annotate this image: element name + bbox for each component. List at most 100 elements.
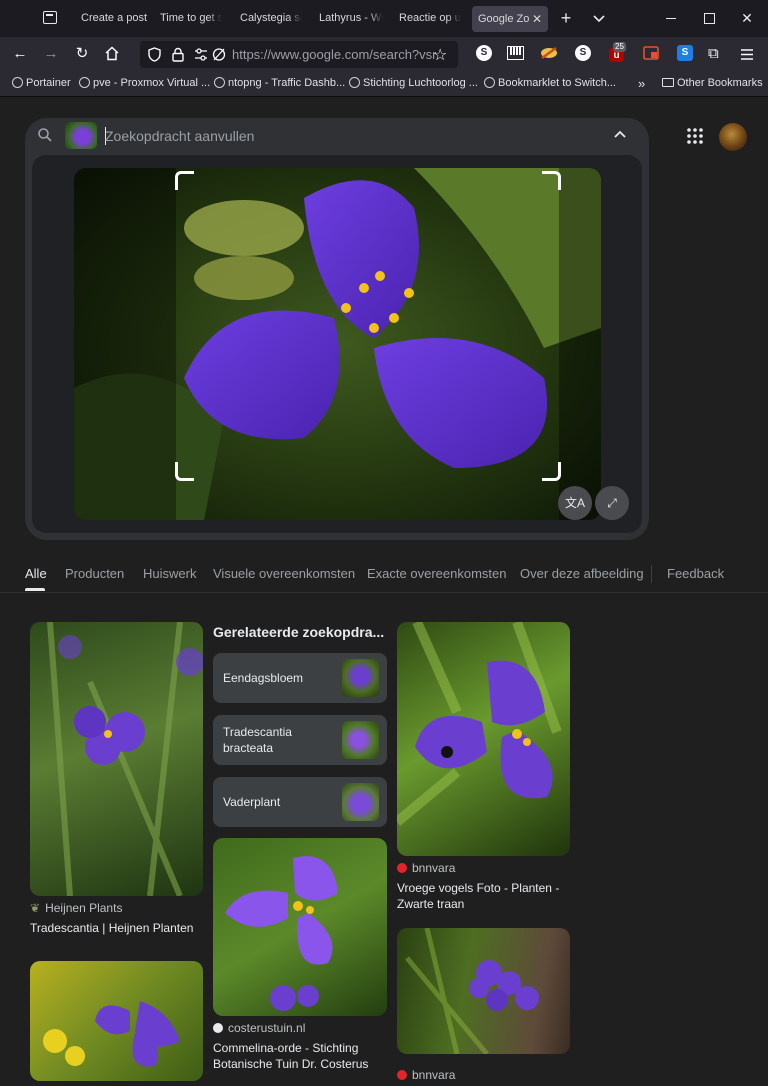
tab-time-to-get[interactable]: Time to get st (160, 0, 222, 37)
related-thumbnail (342, 659, 379, 697)
back-icon[interactable]: ← (10, 44, 30, 64)
tab-reactie[interactable]: Reactie op uw (399, 0, 461, 37)
chevron-up-icon[interactable] (614, 125, 626, 141)
result-image-bnnvara-1[interactable] (397, 622, 570, 856)
result-image-bnnvara-2[interactable] (397, 928, 570, 1054)
close-tab-icon[interactable]: ✕ (532, 6, 542, 32)
extensions-puzzle-icon[interactable]: ⧉ (708, 45, 719, 62)
related-search-chip[interactable]: Vaderplant (213, 777, 387, 827)
result-title[interactable]: Commelina-orde - Stichting Botanische Tu… (213, 1040, 383, 1072)
leaf-icon: ❦ (30, 901, 41, 915)
bookmarks-overflow-icon[interactable]: » (638, 71, 645, 96)
bookmark-label: pve - Proxmox Virtual ... (93, 77, 211, 89)
bookmark-ntopng[interactable]: ntopng - Traffic Dashb... (214, 71, 345, 96)
s-extension-icon[interactable]: S (575, 45, 591, 61)
related-search-chip[interactable]: Eendagsbloem (213, 653, 387, 703)
bookmark-label: Bookmarklet to Switch... (498, 77, 616, 89)
source-label: bnnvara (412, 1068, 456, 1082)
crop-handle-top-left[interactable] (175, 171, 194, 190)
bookmark-portainer[interactable]: Portainer (12, 71, 71, 96)
bnnvara-favicon (397, 1070, 407, 1080)
search-icon[interactable] (37, 127, 53, 143)
home-icon[interactable] (104, 46, 120, 66)
related-label: Eendagsbloem (223, 671, 304, 685)
bookmark-label: Other Bookmarks (677, 77, 763, 89)
globe-icon (214, 77, 225, 88)
hamburger-menu-icon[interactable] (741, 47, 753, 65)
bookmark-label: Stichting Luchtoorlog ... (363, 77, 478, 89)
result-source: costerustuin.nl (213, 1021, 305, 1035)
related-label: Tradescantia bracteata (223, 725, 292, 755)
maximize-icon[interactable] (690, 0, 728, 37)
query-image-thumbnail[interactable] (65, 122, 97, 149)
reload-icon[interactable]: ↻ (72, 44, 92, 64)
address-bar[interactable]: https://www.google.com/search?vsrid (140, 41, 458, 68)
tab-calystegia[interactable]: Calystegia sep (240, 0, 302, 37)
piano-extension-icon[interactable] (507, 46, 524, 65)
divider (0, 592, 768, 593)
avatar[interactable] (719, 123, 747, 151)
bookmark-label: ntopng - Traffic Dashb... (228, 77, 346, 89)
result-image-yellow[interactable] (30, 961, 203, 1081)
bookmark-pve[interactable]: pve - Proxmox Virtual ... (79, 71, 210, 96)
related-searches-heading: Gerelateerde zoekopdra... (213, 624, 385, 640)
lock-icon[interactable] (172, 47, 184, 67)
eye-extension-icon[interactable] (540, 46, 558, 65)
related-thumbnail (342, 721, 379, 759)
result-image-heijnen[interactable] (30, 622, 203, 896)
close-window-icon[interactable]: ✕ (728, 0, 766, 37)
chevron-down-icon[interactable] (580, 0, 618, 37)
feedback-link[interactable]: Feedback (667, 566, 724, 581)
tab-alle[interactable]: Alle (25, 566, 47, 581)
globe-icon (484, 77, 495, 88)
tab-producten[interactable]: Producten (65, 566, 124, 581)
tab-over-deze-afbeelding[interactable]: Over deze afbeelding (520, 566, 644, 581)
tab-visuele-overeenkomsten[interactable]: Visuele overeenkomsten (213, 566, 355, 581)
tab-create-post[interactable]: Create a post (81, 0, 148, 37)
crop-handle-bottom-right[interactable] (542, 462, 561, 481)
window-extension-icon[interactable] (643, 46, 659, 65)
tab-label: Google Zo (478, 13, 530, 25)
related-search-chip[interactable]: Tradescantia bracteata (213, 715, 387, 765)
tab-list-icon[interactable] (43, 11, 57, 24)
minimize-icon[interactable] (652, 0, 690, 37)
forward-icon[interactable]: → (41, 44, 61, 64)
source-label: bnnvara (412, 861, 456, 875)
expand-icon[interactable]: ⤢ (595, 486, 629, 520)
folder-icon (662, 78, 674, 87)
result-title[interactable]: Vroege vogels Foto - Planten - Zwarte tr… (397, 880, 567, 912)
bookmark-bookmarklet[interactable]: Bookmarklet to Switch... (484, 71, 616, 96)
divider (651, 565, 652, 583)
globe-icon (12, 77, 23, 88)
globe-icon (349, 77, 360, 88)
result-image-costerus[interactable] (213, 838, 387, 1016)
tab-strip: Create a post Time to get st Calystegia … (0, 0, 768, 37)
bnnvara-favicon (397, 863, 407, 873)
result-title[interactable]: Tradescantia | Heijnen Planten (30, 920, 205, 936)
tab-google-lens[interactable]: Google Zo ✕ (472, 6, 548, 32)
search-input[interactable]: Zoekopdracht aanvullen (105, 128, 254, 144)
url-text[interactable]: https://www.google.com/search?vsrid (232, 41, 436, 68)
tracking-protection-icon[interactable] (212, 47, 226, 67)
other-bookmarks[interactable]: Other Bookmarks (662, 71, 763, 96)
extension-badge: 25 (613, 42, 626, 52)
crop-handle-top-right[interactable] (542, 171, 561, 190)
result-source: bnnvara (397, 1068, 455, 1082)
apps-grid-icon[interactable] (686, 127, 704, 150)
tab-lathyrus[interactable]: Lathyrus - Wik (319, 0, 383, 37)
related-thumbnail (342, 783, 379, 821)
result-source: bnnvara (397, 861, 455, 875)
bookmark-star-icon[interactable]: ☆ (433, 45, 447, 65)
shield-icon[interactable] (148, 47, 161, 67)
crop-handle-bottom-left[interactable] (175, 462, 194, 481)
translate-icon[interactable]: 文A (558, 486, 592, 520)
tab-exacte-overeenkomsten[interactable]: Exacte overeenkomsten (367, 566, 506, 581)
active-tab-indicator (25, 588, 45, 591)
skype-extension-icon[interactable]: S (476, 45, 492, 61)
globe-icon (79, 77, 90, 88)
permissions-icon[interactable] (194, 48, 208, 66)
tab-huiswerk[interactable]: Huiswerk (143, 566, 196, 581)
source-label: costerustuin.nl (228, 1021, 306, 1035)
blue-s-extension-icon[interactable]: S (677, 45, 693, 61)
bookmark-stichting[interactable]: Stichting Luchtoorlog ... (349, 71, 478, 96)
